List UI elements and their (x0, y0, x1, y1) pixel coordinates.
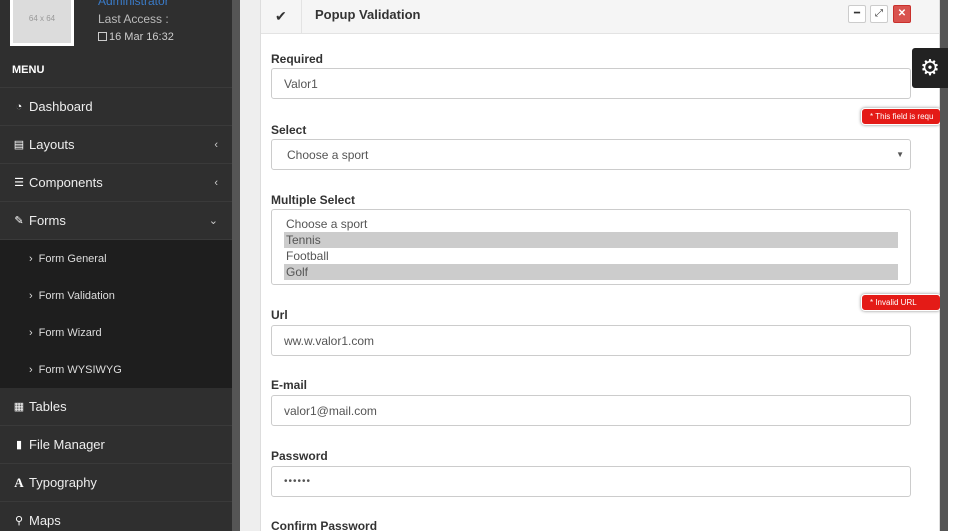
settings-gear-button[interactable]: ⚙ (912, 48, 948, 88)
nav-item-label: Components (29, 175, 103, 190)
header-separator (301, 0, 302, 34)
chevron-right-icon: › (29, 363, 33, 376)
components-icon: ☰ (14, 177, 24, 189)
sub-item-form-wizard[interactable]: › Form Wizard (0, 314, 232, 351)
nav-item-typography[interactable]: A Typography (0, 464, 232, 502)
multi-option-choose[interactable]: Choose a sport (284, 216, 898, 232)
avatar[interactable]: 64 x 64 (10, 0, 74, 46)
sub-item-label: Form Validation (38, 289, 115, 302)
layouts-icon: ▤ (13, 139, 25, 151)
sport-select-value: Choose a sport (287, 147, 369, 162)
select-error-tooltip: * This field is requ (861, 108, 941, 125)
chevron-right-icon: › (29, 289, 33, 302)
sub-item-form-wysiwyg[interactable]: › Form WYSIWYG (0, 351, 232, 388)
last-access-date-text: 16 Mar 16:32 (109, 31, 174, 43)
font-icon: A (14, 474, 24, 490)
chevron-left-icon: ‹ (214, 138, 218, 151)
sub-item-form-general[interactable]: › Form General (0, 240, 232, 277)
multi-option-football[interactable]: Football (284, 248, 898, 264)
last-access-label: Last Access : (98, 12, 169, 26)
chevron-left-icon: ‹ (214, 176, 218, 189)
multiple-select[interactable]: Choose a sport Tennis Football Golf (271, 209, 911, 285)
email-label: E-mail (271, 378, 308, 392)
gear-icon: ⚙ (920, 55, 940, 80)
nav-item-components[interactable]: ☰ Components ‹ (0, 164, 232, 202)
panel-header: ✔ Popup Validation ━ ⤢ ✕ (261, 0, 939, 34)
url-error-tooltip: * Invalid URL (861, 294, 941, 311)
avatar-placeholder-text: 64 x 64 (28, 13, 56, 23)
file-icon: ▮ (15, 439, 23, 451)
user-box: 64 x 64 Administrator Last Access : 16 M… (0, 0, 232, 52)
multi-option-tennis[interactable]: Tennis (284, 232, 898, 248)
select-label: Select (271, 123, 307, 137)
expand-button[interactable]: ⤢ (870, 5, 888, 23)
pencil-icon: ✎ (14, 215, 24, 227)
email-input[interactable]: valor1@mail.com (271, 395, 911, 426)
sub-item-label: Form General (38, 252, 107, 265)
nav-item-label: Forms (29, 213, 66, 228)
nav-item-label: Layouts (29, 137, 75, 152)
table-icon: ▦ (13, 401, 25, 413)
close-button[interactable]: ✕ (893, 5, 911, 23)
sidebar: 64 x 64 Administrator Last Access : 16 M… (0, 0, 232, 531)
nav-item-maps[interactable]: ⚲ Maps (0, 502, 232, 531)
multiple-select-label: Multiple Select (271, 193, 356, 207)
chevron-right-icon: › (29, 252, 33, 265)
forms-submenu: › Form General › Form Validation › Form Wiz… (0, 240, 232, 388)
nav-item-label: Typography (29, 475, 97, 490)
caret-down-icon: ▼ (896, 150, 904, 159)
sub-item-label: Form Wizard (38, 326, 102, 339)
nav-item-tables[interactable]: ▦ Tables (0, 388, 232, 426)
map-marker-icon: ⚲ (14, 515, 24, 527)
multi-option-golf[interactable]: Golf (284, 264, 898, 280)
required-input[interactable]: Valor1 (271, 68, 911, 99)
url-input[interactable]: ww.w.valor1.com (271, 325, 911, 356)
dashboard-icon: ◔ (15, 100, 23, 113)
chevron-right-icon: › (29, 326, 33, 339)
panel-title: Popup Validation (315, 7, 421, 22)
sidebar-divider (232, 0, 240, 531)
nav-item-label: File Manager (29, 437, 105, 452)
password-input[interactable]: •••••• (271, 466, 911, 497)
minimize-button[interactable]: ━ (848, 5, 866, 23)
popup-validation-panel: ✔ Popup Validation ━ ⤢ ✕ Required Valor1… (260, 0, 941, 531)
required-label: Required (271, 52, 324, 66)
nav-item-label: Dashboard (29, 99, 93, 114)
url-label: Url (271, 308, 288, 322)
sport-select[interactable]: Choose a sport ▼ (271, 139, 911, 170)
sub-item-form-validation[interactable]: › Form Validation (0, 277, 232, 314)
nav-item-layouts[interactable]: ▤ Layouts ‹ (0, 126, 232, 164)
calendar-icon (98, 32, 107, 41)
main-content: ✔ Popup Validation ━ ⤢ ✕ Required Valor1… (240, 0, 941, 531)
check-icon: ✔ (275, 8, 287, 24)
nav-item-label: Maps (29, 513, 61, 528)
nav-item-dashboard[interactable]: ◔ Dashboard (0, 88, 232, 126)
nav-item-label: Tables (29, 399, 67, 414)
menu-title: MENU (0, 52, 232, 88)
sub-item-label: Form WYSIWYG (38, 363, 122, 376)
chevron-down-icon: ⌄ (208, 215, 218, 227)
nav-item-file-manager[interactable]: ▮ File Manager (0, 426, 232, 464)
confirm-password-label: Confirm Password (271, 519, 378, 531)
password-label: Password (271, 449, 328, 463)
user-role[interactable]: Administrator (98, 0, 169, 8)
nav-item-forms[interactable]: ✎ Forms ⌄ (0, 202, 232, 240)
last-access-date: 16 Mar 16:32 (98, 31, 174, 43)
